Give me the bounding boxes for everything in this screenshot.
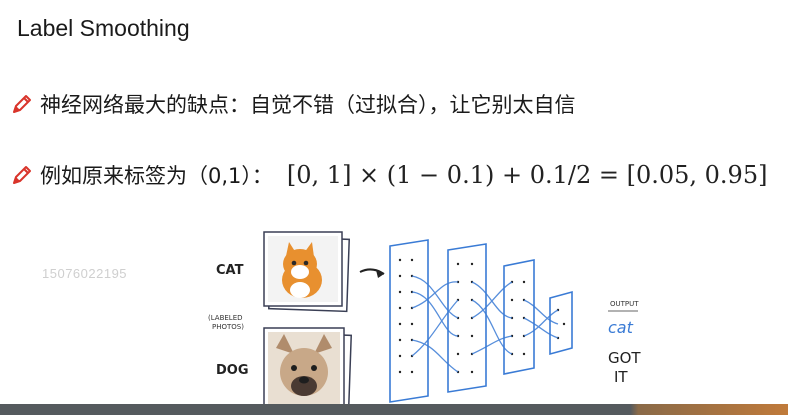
- labeled-photos-label-1: (LABELED: [208, 314, 243, 322]
- bullet-example: 例如原来标签为（0,1）： [0, 1] × (1 − 0.1) + 0.1/2…: [10, 160, 767, 190]
- pencil-icon: [13, 95, 31, 113]
- output-label: OUTPUT: [610, 300, 639, 308]
- pencil-icon: [13, 166, 31, 184]
- got-it-line-2: IT: [614, 368, 628, 386]
- got-it-line-1: GOT: [608, 349, 641, 367]
- bullet-text: 神经网络最大的缺点：自觉不错（过拟合），让它别太自信: [40, 93, 576, 117]
- cat-photo: [263, 231, 351, 313]
- smoothing-formula: [0, 1] × (1 − 0.1) + 0.1/2 = [0.05, 0.95…: [286, 161, 768, 189]
- output-value: cat: [608, 318, 634, 337]
- labeled-photos-label-2: PHOTOS): [212, 323, 244, 331]
- neural-network-illustration: CAT (LABELED PHOTOS) DOG OUTPUT cat GOT …: [208, 231, 641, 410]
- bullet-text: 例如原来标签为（0,1）：: [40, 164, 273, 188]
- network-connections: [411, 275, 559, 373]
- dog-label: DOG: [216, 363, 249, 378]
- dog-photo: [263, 327, 353, 410]
- cat-label: CAT: [216, 263, 244, 278]
- bullet-overfitting: 神经网络最大的缺点：自觉不错（过拟合），让它别太自信: [10, 89, 576, 119]
- watermark: 15076022195: [42, 266, 128, 281]
- slide-title: Label Smoothing: [17, 15, 190, 41]
- video-progress-bar[interactable]: [0, 404, 788, 415]
- neuron-dots: [398, 258, 566, 374]
